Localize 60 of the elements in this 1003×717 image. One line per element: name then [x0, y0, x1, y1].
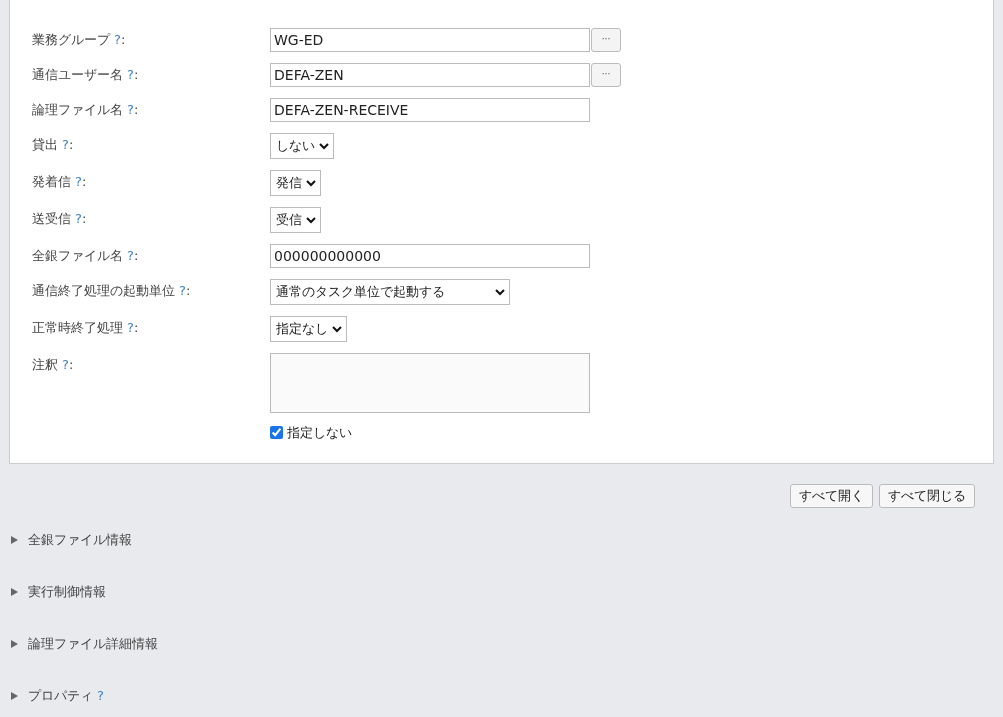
- toolbar-button[interactable]: すべて開く: [790, 483, 873, 508]
- label-colon: :: [81, 210, 87, 229]
- dropdown[interactable]: 通常のタスク単位で起動する: [270, 279, 510, 305]
- text-field[interactable]: WG-ED: [270, 28, 590, 52]
- section-header[interactable]: プロパティ: [11, 686, 93, 706]
- section-header[interactable]: 全銀ファイル情報: [11, 530, 132, 550]
- label-colon: :: [120, 31, 126, 50]
- dropdown[interactable]: 発信: [270, 170, 321, 196]
- label-colon: :: [68, 136, 74, 155]
- help-link[interactable]: ?: [75, 209, 82, 229]
- browse-button[interactable]: ···: [591, 28, 621, 52]
- note-field[interactable]: [270, 353, 590, 413]
- caret-right-icon: [11, 588, 18, 596]
- field-label: 発着信: [32, 173, 71, 192]
- section-header[interactable]: 実行制御情報: [11, 582, 106, 602]
- label-colon: :: [133, 101, 139, 120]
- field-label: 注釈: [32, 356, 58, 375]
- label-colon: :: [185, 282, 191, 301]
- label-colon: :: [133, 66, 139, 85]
- help-link[interactable]: ?: [127, 318, 134, 338]
- text-field[interactable]: DEFA-ZEN: [270, 63, 590, 87]
- text-field[interactable]: 000000000000: [270, 244, 590, 268]
- dropdown[interactable]: 受信: [270, 207, 321, 233]
- field-label: 全銀ファイル名: [32, 247, 123, 266]
- field-label: 貸出: [32, 136, 58, 155]
- chevron-down-icon: [306, 179, 316, 187]
- help-link[interactable]: ?: [127, 246, 134, 266]
- help-link[interactable]: ?: [97, 686, 104, 706]
- caret-right-icon: [11, 640, 18, 648]
- checkbox-label[interactable]: 指定しない: [287, 423, 352, 443]
- field-label: 業務グループ: [32, 31, 110, 50]
- help-link[interactable]: ?: [127, 65, 134, 85]
- browse-button[interactable]: ···: [591, 63, 621, 87]
- dropdown[interactable]: しない: [270, 133, 334, 159]
- label-colon: :: [81, 173, 87, 192]
- field-label: 送受信: [32, 210, 71, 229]
- caret-right-icon: [11, 692, 18, 700]
- dropdown[interactable]: 指定なし: [270, 316, 347, 342]
- section-header[interactable]: 論理ファイル詳細情報: [11, 634, 158, 654]
- label-colon: :: [133, 319, 139, 338]
- chevron-down-icon: [306, 216, 316, 224]
- help-link[interactable]: ?: [62, 135, 69, 155]
- text-field[interactable]: DEFA-ZEN-RECEIVE: [270, 98, 590, 122]
- help-link[interactable]: ?: [114, 30, 121, 50]
- field-label: 正常時終了処理: [32, 319, 123, 338]
- chevron-down-icon: [319, 142, 329, 150]
- field-label: 通信終了処理の起動単位: [32, 282, 175, 301]
- chevron-down-icon: [332, 325, 342, 333]
- help-link[interactable]: ?: [179, 281, 186, 301]
- help-link[interactable]: ?: [75, 172, 82, 192]
- caret-right-icon: [11, 536, 18, 544]
- toolbar-button[interactable]: すべて閉じる: [879, 483, 975, 508]
- field-label: 通信ユーザー名: [32, 66, 123, 85]
- help-link[interactable]: ?: [127, 100, 134, 120]
- label-colon: :: [68, 356, 74, 375]
- help-link[interactable]: ?: [62, 355, 69, 375]
- checkbox[interactable]: [270, 426, 283, 440]
- field-label: 論理ファイル名: [32, 101, 123, 120]
- chevron-down-icon: [495, 288, 505, 296]
- label-colon: :: [133, 247, 139, 266]
